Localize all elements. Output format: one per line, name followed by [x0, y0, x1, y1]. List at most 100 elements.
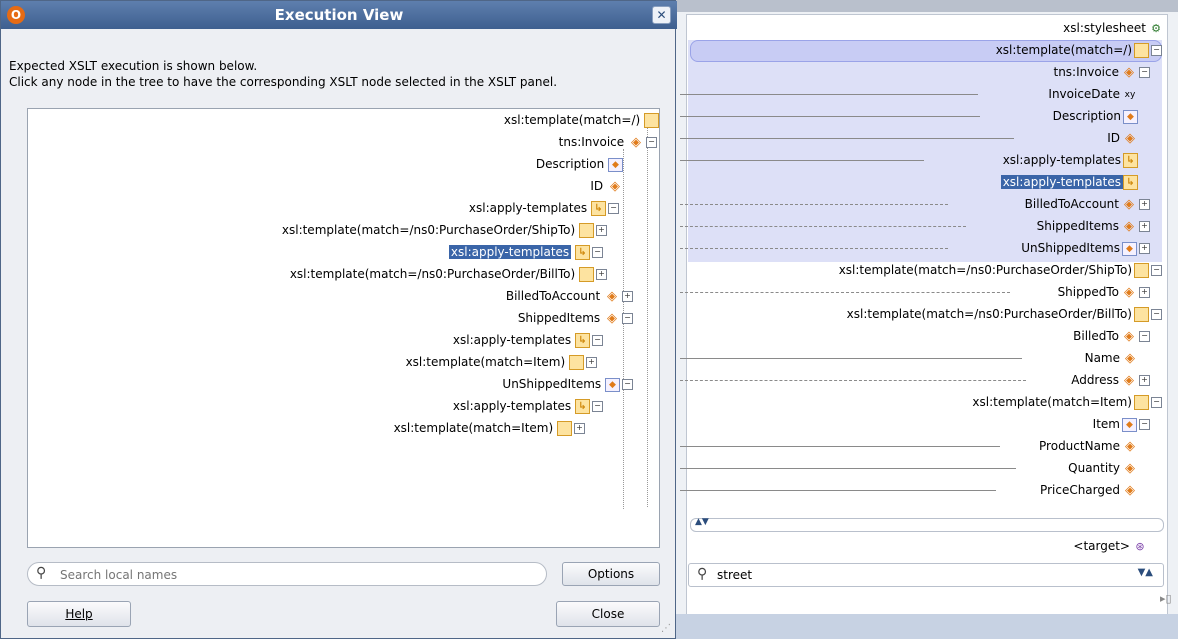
- collapse-icon[interactable]: −: [646, 137, 657, 148]
- search-field[interactable]: ⚲: [27, 562, 547, 586]
- apply-templates-icon: ↳: [575, 399, 590, 414]
- collapse-icon[interactable]: −: [1139, 67, 1150, 78]
- tree-node[interactable]: UnShippedItems ◆ −: [502, 376, 633, 392]
- xslt-node[interactable]: xsl:apply-templates ↳: [1001, 152, 1138, 168]
- attribute-icon: xy: [1124, 89, 1136, 100]
- xslt-search-field[interactable]: ⚲ street ▼▲: [688, 563, 1164, 587]
- node-label: ID: [1107, 131, 1120, 145]
- collapse-icon[interactable]: −: [622, 379, 633, 390]
- resize-grip-icon[interactable]: ⋰: [661, 623, 673, 635]
- scroll-right-icon[interactable]: ▸▯: [1160, 592, 1172, 605]
- collapse-icon[interactable]: −: [1151, 45, 1162, 56]
- collapse-icon[interactable]: −: [592, 401, 603, 412]
- expand-icon[interactable]: +: [1139, 287, 1150, 298]
- tree-node[interactable]: xsl:apply-templates ↳ −: [469, 200, 619, 216]
- tree-node[interactable]: BilledToAccount ◈ +: [506, 288, 633, 305]
- mapping-line: [680, 490, 996, 491]
- collapse-icon[interactable]: −: [1151, 265, 1162, 276]
- xslt-node[interactable]: ProductName ◈: [1037, 438, 1138, 455]
- execution-view-dialog: O Execution View ✕ Expected XSLT executi…: [0, 0, 677, 639]
- collapse-icon[interactable]: −: [622, 313, 633, 324]
- xslt-node[interactable]: PriceCharged ◈: [1038, 482, 1138, 499]
- xslt-node[interactable]: BilledToAccount ◈ +: [1023, 196, 1150, 213]
- close-icon[interactable]: ✕: [652, 6, 671, 24]
- collapse-icon[interactable]: −: [1139, 331, 1150, 342]
- tree-node[interactable]: ID ◈: [590, 178, 623, 195]
- collapse-icon[interactable]: −: [1139, 419, 1150, 430]
- expand-icon[interactable]: +: [1139, 375, 1150, 386]
- collapse-arrows-icon[interactable]: ▲▼: [695, 517, 709, 527]
- xslt-node[interactable]: tns:Invoice ◈ −: [1051, 64, 1150, 81]
- expand-icon[interactable]: +: [586, 357, 597, 368]
- search-icon: ⚲: [36, 565, 47, 581]
- tree-node-selected[interactable]: xsl:apply-templates ↳ −: [448, 244, 603, 260]
- node-label: xsl:stylesheet: [1063, 21, 1146, 35]
- expand-icon[interactable]: +: [596, 225, 607, 236]
- element-icon: ◈: [1125, 460, 1135, 476]
- collapse-icon[interactable]: −: [592, 335, 603, 346]
- xslt-node[interactable]: InvoiceDate xy: [1046, 86, 1138, 103]
- box-element-icon: ◆: [1122, 241, 1137, 256]
- node-label: Name: [1084, 351, 1120, 365]
- expand-icon[interactable]: +: [1139, 221, 1150, 232]
- xslt-node-stylesheet[interactable]: xsl:stylesheet ⚙: [1061, 20, 1164, 37]
- xslt-node[interactable]: xsl:template(match=/) −: [994, 42, 1162, 58]
- xslt-node[interactable]: Quantity ◈: [1066, 460, 1138, 477]
- expand-icon[interactable]: +: [1139, 199, 1150, 210]
- target-node[interactable]: <target> ⊛: [1071, 538, 1148, 555]
- node-label: ShippedTo: [1057, 285, 1119, 299]
- tree-node[interactable]: tns:Invoice ◈ −: [559, 134, 657, 151]
- element-icon: ◈: [1124, 328, 1134, 344]
- options-button[interactable]: Options: [562, 562, 660, 586]
- expand-icon[interactable]: +: [1139, 243, 1150, 254]
- tree-node[interactable]: xsl:apply-templates ↳ −: [453, 332, 603, 348]
- apply-templates-icon: ↳: [575, 245, 590, 260]
- collapse-icon[interactable]: −: [608, 203, 619, 214]
- box-element-icon: ◆: [1123, 109, 1138, 124]
- xslt-node[interactable]: ShippedItems ◈ +: [1035, 218, 1150, 235]
- collapse-icon[interactable]: −: [1151, 397, 1162, 408]
- expand-icon[interactable]: +: [596, 269, 607, 280]
- xslt-node-selected[interactable]: xsl:apply-templates ↳: [1000, 174, 1138, 190]
- xslt-node[interactable]: Name ◈: [1083, 350, 1138, 367]
- node-label: <target>: [1073, 539, 1130, 553]
- help-button-label: Help: [65, 607, 93, 621]
- box-element-icon: ◆: [605, 377, 620, 392]
- template-icon: [1134, 307, 1149, 322]
- xslt-node[interactable]: xsl:template(match=/ns0:PurchaseOrder/Bi…: [845, 306, 1162, 322]
- close-button[interactable]: Close: [556, 601, 660, 627]
- xslt-node[interactable]: BilledTo ◈ −: [1071, 328, 1150, 345]
- help-button[interactable]: Help: [27, 601, 131, 627]
- panel-splitter[interactable]: ▲▼: [690, 517, 1164, 532]
- xslt-node[interactable]: xsl:template(match=Item) −: [970, 394, 1162, 410]
- collapse-icon[interactable]: −: [1151, 309, 1162, 320]
- tree-node[interactable]: Description ◆: [536, 156, 623, 172]
- node-label: xsl:template(match=Item): [972, 395, 1132, 409]
- search-input[interactable]: [58, 565, 542, 585]
- tree-node[interactable]: xsl:template(match=/): [504, 112, 659, 128]
- tree-node[interactable]: xsl:template(match=Item) +: [406, 354, 597, 370]
- expand-icon[interactable]: +: [622, 291, 633, 302]
- xslt-node[interactable]: Address ◈ +: [1069, 372, 1150, 389]
- xslt-node[interactable]: Description ◆: [1051, 108, 1138, 124]
- xslt-node[interactable]: ShippedTo ◈ +: [1056, 284, 1150, 301]
- xslt-node[interactable]: Item ◆ −: [1091, 416, 1150, 432]
- xslt-node[interactable]: ID ◈: [1105, 130, 1138, 147]
- template-icon: [1134, 43, 1149, 58]
- collapse-icon[interactable]: −: [592, 247, 603, 258]
- search-nav-arrows-icon[interactable]: ▼▲: [1138, 567, 1153, 578]
- tree-node[interactable]: xsl:apply-templates ↳ −: [453, 398, 603, 414]
- tree-node[interactable]: ShippedItems ◈ −: [518, 310, 633, 327]
- status-bar: [676, 614, 1178, 639]
- tree-node[interactable]: xsl:template(match=/ns0:PurchaseOrder/Bi…: [290, 266, 607, 282]
- xslt-node[interactable]: UnShippedItems ◆ +: [1019, 240, 1150, 256]
- node-label: PriceCharged: [1040, 483, 1120, 497]
- element-icon: ◈: [1124, 284, 1134, 300]
- tree-node[interactable]: xsl:template(match=/ns0:PurchaseOrder/Sh…: [282, 222, 607, 238]
- expand-icon[interactable]: +: [574, 423, 585, 434]
- repeating-element-icon: ◆: [1122, 417, 1137, 432]
- element-icon: ◈: [607, 310, 617, 326]
- xslt-node[interactable]: xsl:template(match=/ns0:PurchaseOrder/Sh…: [837, 262, 1162, 278]
- template-icon: [569, 355, 584, 370]
- tree-node[interactable]: xsl:template(match=Item) +: [394, 420, 585, 436]
